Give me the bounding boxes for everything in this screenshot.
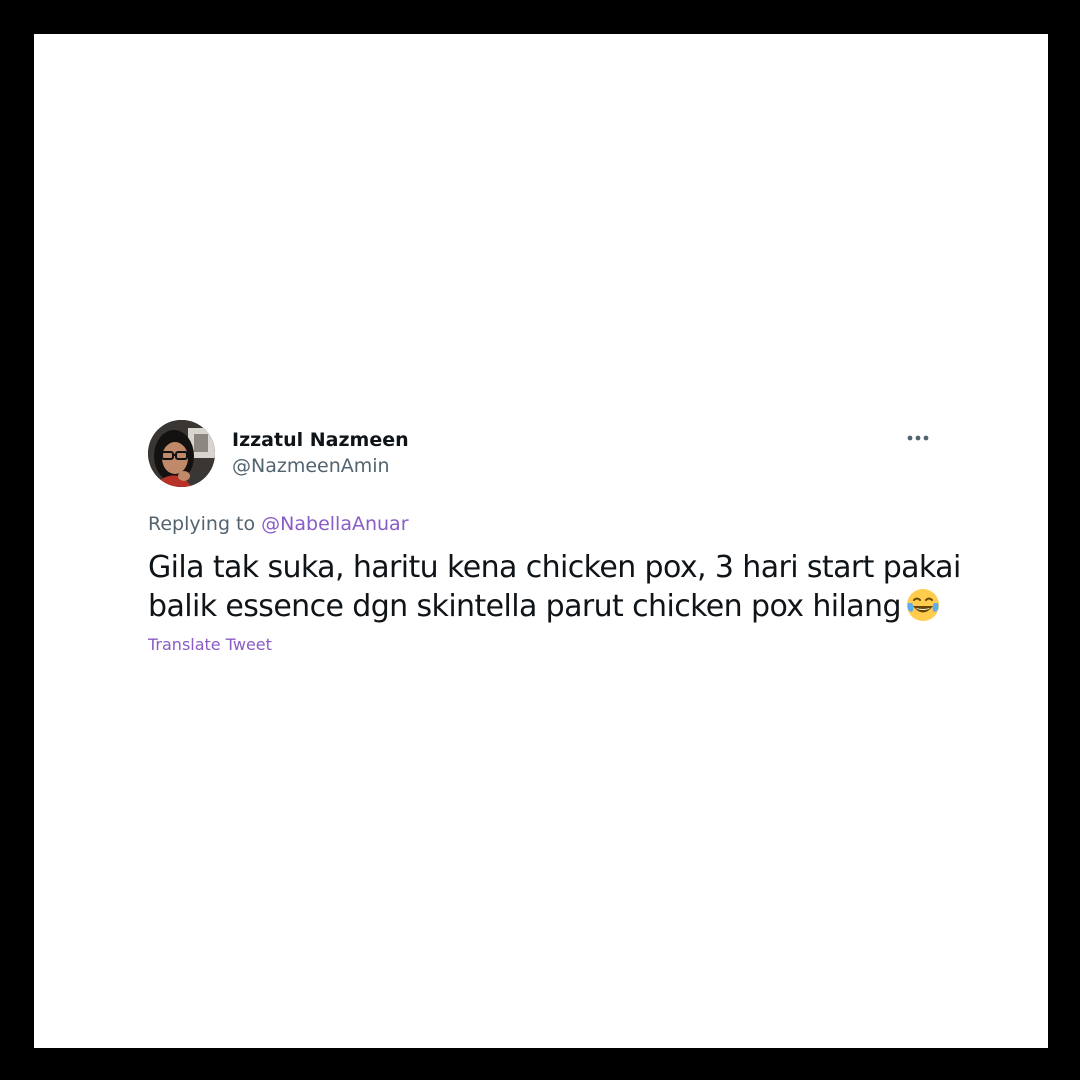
author-display-name[interactable]: Izzatul Nazmeen — [232, 428, 409, 452]
tweet-text-line-1: Gila tak suka, haritu kena chicken pox, … — [148, 550, 961, 585]
avatar-photo — [148, 420, 215, 487]
face-with-tears-of-joy-icon — [905, 587, 941, 623]
tweet-card: Izzatul Nazmeen @NazmeenAmin Replying to… — [34, 34, 1048, 1048]
emoji-graphic — [906, 589, 939, 621]
tweet-text: Gila tak suka, haritu kena chicken pox, … — [148, 549, 961, 626]
tweet: Izzatul Nazmeen @NazmeenAmin Replying to… — [148, 420, 961, 656]
more-horizontal-icon[interactable] — [906, 430, 932, 446]
author-names: Izzatul Nazmeen @NazmeenAmin — [232, 428, 409, 480]
replying-to-mention-link[interactable]: @NabellaAnuar — [261, 513, 408, 535]
more-dots — [907, 435, 929, 441]
author-handle[interactable]: @NazmeenAmin — [232, 452, 409, 480]
tweet-text-line-2-wrap: balik essence dgn skintella parut chicke… — [148, 587, 941, 626]
avatar[interactable] — [148, 420, 215, 487]
translate-tweet-link[interactable]: Translate Tweet — [148, 634, 948, 656]
replying-to: Replying to @NabellaAnuar — [148, 511, 948, 537]
tweet-header: Izzatul Nazmeen @NazmeenAmin — [148, 420, 948, 488]
tweet-text-line-2: balik essence dgn skintella parut chicke… — [148, 589, 901, 624]
replying-to-label: Replying to — [148, 513, 256, 535]
